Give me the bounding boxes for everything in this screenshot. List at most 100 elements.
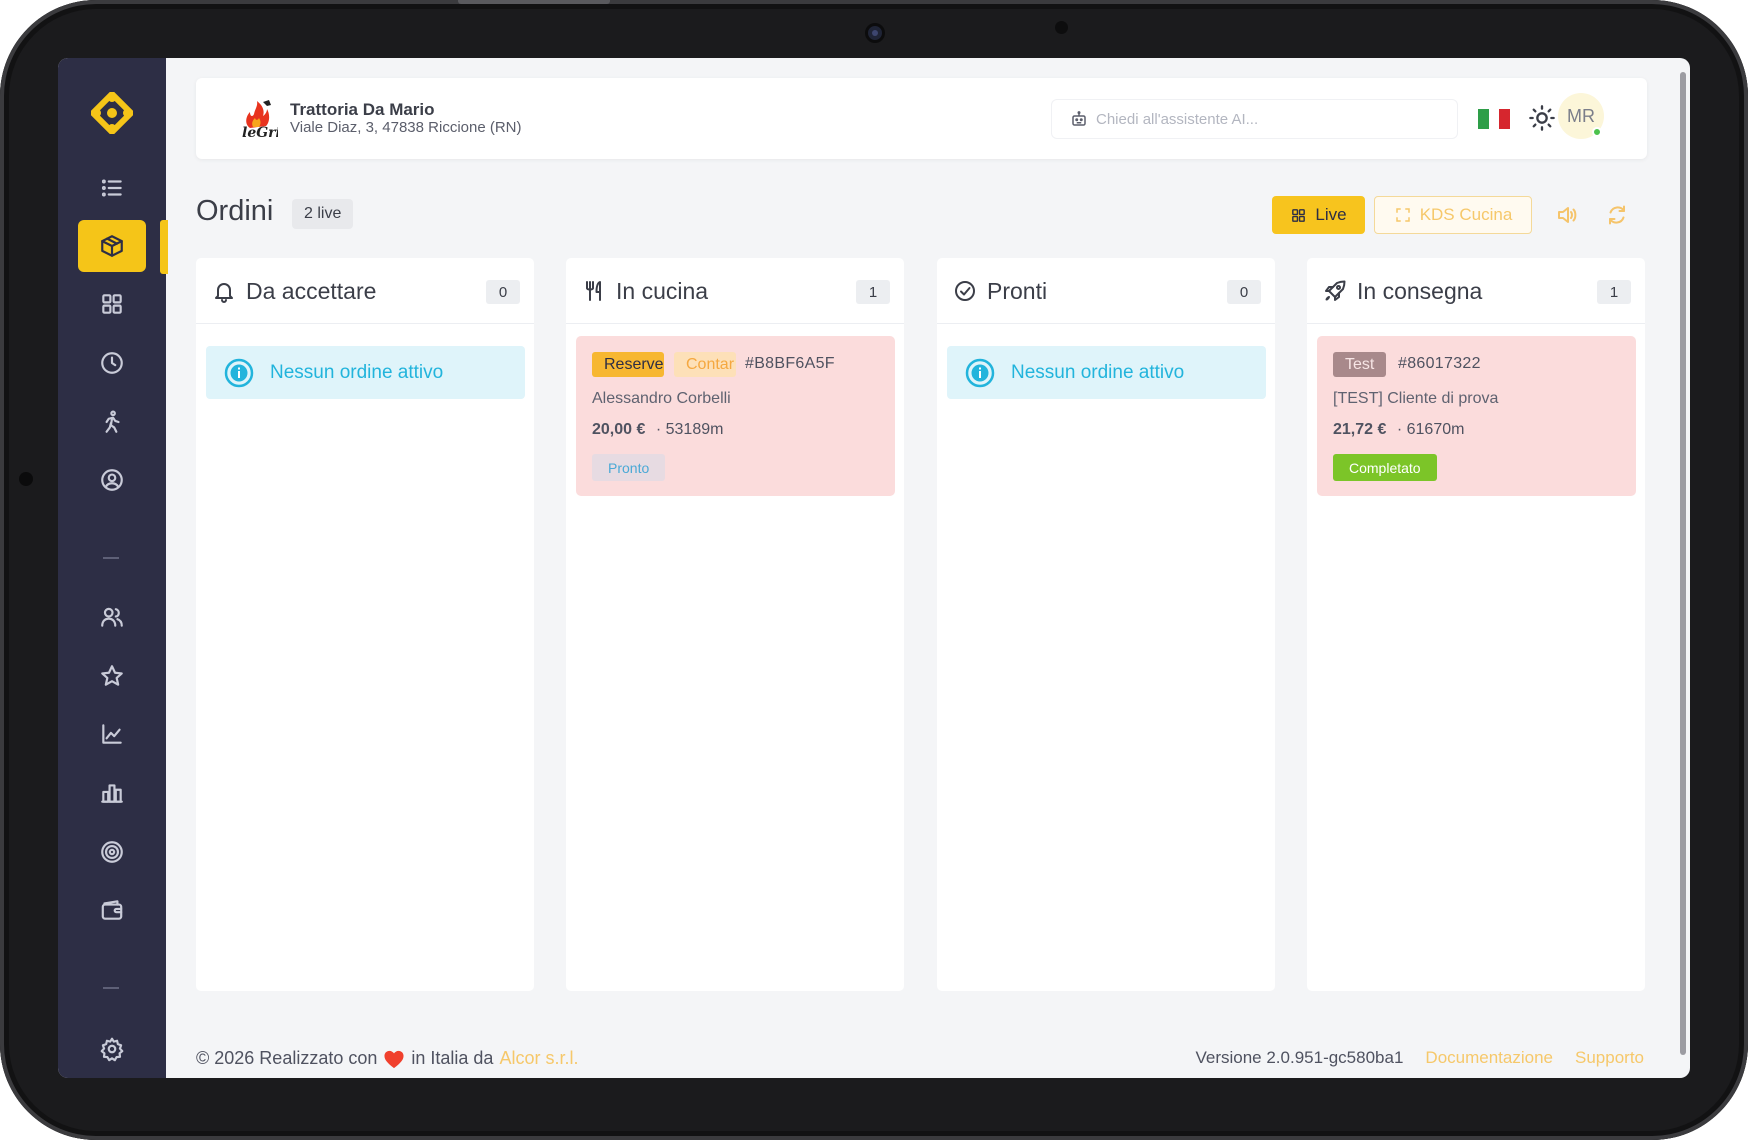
column-count: 1 [1597,280,1631,304]
order-status-badge[interactable]: Completato [1333,454,1437,481]
star-icon [101,665,123,686]
order-type-tag: Reserve [592,352,664,377]
support-link[interactable]: Supporto [1575,1048,1644,1068]
column-title: Pronti [987,278,1048,304]
restaurant-logo-icon: leGril [242,100,278,141]
theme-toggle[interactable] [1528,104,1556,132]
column-in-kitchen: In cucina 1 Reserve Contar #B8BF6A5F Ale… [566,258,904,991]
column-count: 0 [486,280,520,304]
sidebar-item-riders[interactable] [78,396,146,448]
clock-icon [101,352,123,374]
side-sensor [19,472,33,486]
column-header: Pronti 0 [937,258,1275,324]
live-orders-badge: 2 live [292,199,354,229]
documentation-link[interactable]: Documentazione [1425,1048,1553,1068]
empty-orders-alert: Nessun ordine attivo [206,346,525,399]
rocket-icon [1325,280,1346,301]
check-circle-icon [955,281,975,301]
order-status-badge[interactable]: Pronto [592,454,666,481]
sidebar [58,58,168,1078]
scrollbar[interactable] [1680,72,1686,1055]
sidebar-divider [103,987,119,989]
order-card[interactable]: Test #86017322 [TEST] Cliente di prova 2… [1317,336,1636,496]
empty-orders-text: Nessun ordine attivo [1011,361,1185,383]
sidebar-item-goals[interactable] [78,826,146,878]
sidebar-item-account[interactable] [78,454,146,506]
live-view-button[interactable]: Live [1272,196,1365,234]
sun-icon [1529,105,1555,131]
sidebar-item-menu[interactable] [78,162,146,214]
refresh-icon [1609,205,1625,225]
sound-toggle-button[interactable] [1552,200,1582,230]
sidebar-item-reviews[interactable] [78,650,146,702]
app-screen: leGril Trattoria Da Mario Viale Diaz, 3,… [58,58,1690,1078]
column-count: 1 [856,280,890,304]
front-camera [865,23,885,43]
empty-orders-text: Nessun ordine attivo [270,361,444,383]
main-content: leGril Trattoria Da Mario Viale Diaz, 3,… [166,58,1690,1078]
payment-method-tag: Contar [674,352,736,377]
column-header: In consegna 1 [1307,258,1645,324]
grid-icon [102,294,122,314]
order-summary: 21,72 € · 61670m [1333,421,1464,439]
sidebar-item-orders[interactable] [78,220,146,272]
sidebar-item-wallet[interactable] [78,884,146,936]
order-customer: Alessandro Corbelli [592,390,731,407]
column-title: In consegna [1357,278,1483,304]
user-avatar[interactable]: MR [1558,93,1604,139]
refresh-button[interactable] [1602,200,1632,230]
copyright-text: © 2026 Realizzato con [196,1048,378,1068]
user-circle-icon [101,469,123,491]
order-distance: · 53189m [655,421,724,438]
bell-icon [215,283,233,303]
column-header: In cucina 1 [566,258,904,324]
package-icon [101,235,123,257]
walking-icon [105,410,120,433]
order-card[interactable]: Reserve Contar #B8BF6A5F Alessandro Corb… [576,336,895,496]
company-link[interactable]: Alcor s.r.l. [499,1048,578,1069]
column-header: Da accettare 0 [196,258,534,324]
grid-icon [1292,208,1306,222]
avatar-initials: MR [1567,105,1595,126]
empty-orders-alert: Nessun ordine attivo [947,346,1266,399]
page-title: Ordini [196,195,274,227]
sidebar-item-history[interactable] [78,337,146,389]
sidebar-item-customers[interactable] [78,591,146,643]
tablet-frame: leGril Trattoria Da Mario Viale Diaz, 3,… [0,0,1748,1140]
users-icon [101,607,123,627]
volume-icon [1558,207,1577,223]
test-tag: Test [1333,352,1387,377]
wallet-icon [101,900,123,920]
copyright-origin: in Italia da [411,1048,494,1068]
kds-kitchen-label: KDS Cucina [1419,205,1513,224]
heart-icon [384,1050,404,1068]
chart-line-icon [102,724,122,744]
column-title: Da accettare [246,278,377,304]
sidebar-item-reports[interactable] [78,767,146,819]
target-icon [101,841,123,863]
bar-chart-icon [101,784,123,803]
light-sensor [1055,21,1068,34]
power-button [458,0,610,4]
app-logo-icon[interactable] [91,92,133,134]
cutlery-icon [586,281,601,301]
order-code: #86017322 [1398,355,1481,372]
sidebar-item-settings[interactable] [78,1023,146,1075]
online-status-dot [1592,127,1602,137]
restaurant-name: Trattoria Da Mario [290,100,435,119]
restaurant-address: Viale Diaz, 3, 47838 Riccione (RN) [290,119,522,136]
column-ready: Pronti 0 Nessun ordine attivo [937,258,1275,991]
top-bar: leGril Trattoria Da Mario Viale Diaz, 3,… [196,78,1647,159]
svg-text:leGril: leGril [242,125,278,141]
info-icon [224,358,254,387]
list-icon [101,179,122,197]
kds-kitchen-button[interactable]: KDS Cucina [1374,196,1532,234]
ai-assistant-input[interactable]: Chiedi all'assistente AI... [1052,100,1457,138]
sidebar-divider [103,557,119,559]
column-to-accept: Da accettare 0 Nessun ordine attivo [196,258,534,991]
live-view-label: Live [1315,205,1347,224]
sidebar-item-analytics[interactable] [78,708,146,760]
italy-flag-icon[interactable] [1478,109,1511,129]
sidebar-item-dashboard[interactable] [78,278,146,330]
order-summary: 20,00 € · 53189m [592,421,723,439]
